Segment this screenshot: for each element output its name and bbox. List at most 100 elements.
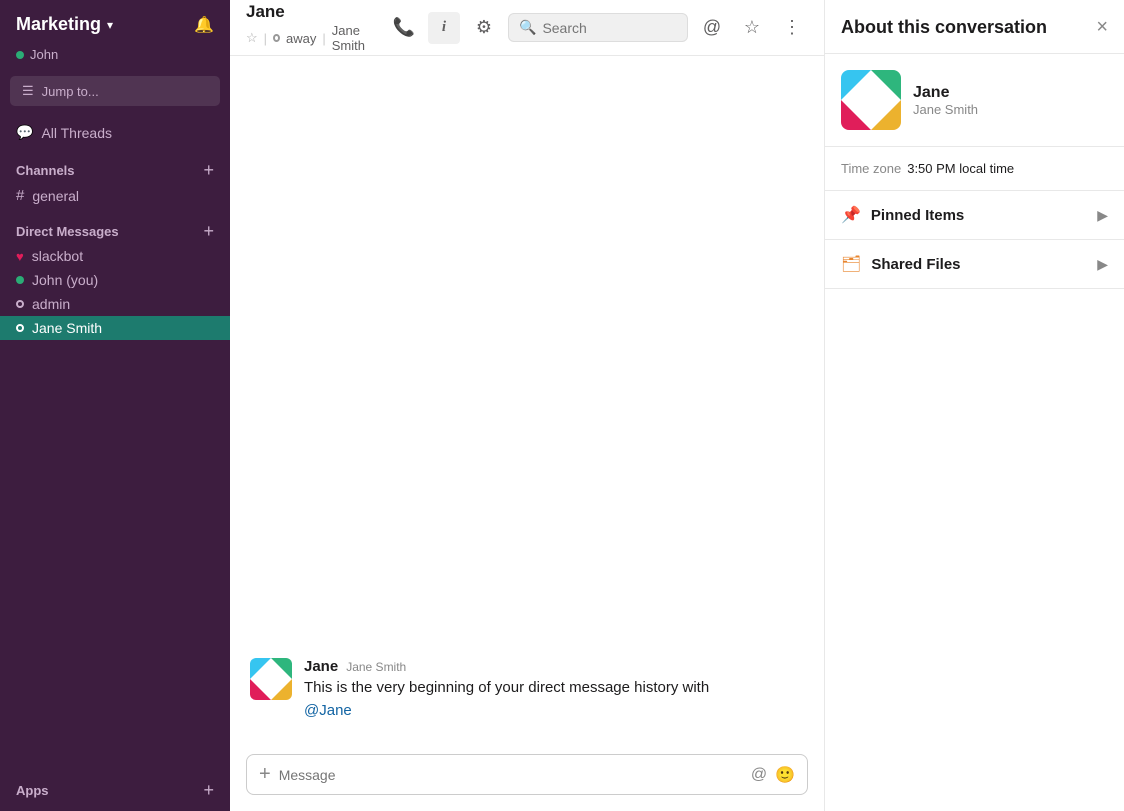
message-body: This is the very beginning of your direc… (304, 679, 709, 696)
dm-label: Direct Messages (16, 224, 119, 239)
channel-status-label: away (286, 31, 316, 46)
info-icon: i (442, 19, 446, 36)
apps-label: Apps (16, 783, 49, 798)
workspace-chevron-icon: ▾ (107, 18, 113, 32)
sidebar-item-general[interactable]: # general (0, 183, 230, 208)
search-icon: 🔍 (519, 19, 536, 36)
search-box: 🔍 (508, 13, 688, 42)
jane-away-dot (16, 324, 24, 332)
right-panel-header: About this conversation × (825, 0, 1124, 54)
admin-name: admin (32, 296, 70, 312)
message-input-box: + @ 🙂 (246, 754, 808, 795)
jump-to-label: Jump to... (42, 84, 99, 99)
add-channel-button[interactable]: + (203, 161, 214, 179)
sidebar-item-john[interactable]: John (you) (0, 268, 230, 292)
admin-away-dot (16, 300, 24, 308)
message-text: This is the very beginning of your direc… (304, 677, 804, 722)
pinned-items-section[interactable]: 📌 Pinned Items ▶ (825, 191, 1124, 240)
jump-icon: ☰ (22, 83, 34, 99)
mention-link[interactable]: @Jane (304, 702, 352, 719)
profile-full-name: Jane Smith (913, 102, 978, 117)
search-input[interactable] (542, 20, 677, 36)
at-icon: @ (703, 17, 721, 38)
workspace-title: Marketing (16, 14, 101, 35)
notifications-bell-icon[interactable]: 🔔 (194, 15, 214, 35)
more-icon: ⋮ (783, 17, 801, 38)
slackbot-name: slackbot (32, 248, 83, 264)
phone-button[interactable]: 📞 (388, 12, 420, 44)
message-sender-name: Jane (304, 658, 338, 675)
all-threads-label: All Threads (41, 125, 112, 141)
shared-files-left: 🗂 Shared Files (841, 254, 961, 274)
apps-header: Apps + (0, 775, 230, 803)
settings-button[interactable]: ⚙ (468, 12, 500, 44)
panel-title: About this conversation (841, 17, 1047, 38)
gear-icon: ⚙ (476, 17, 492, 38)
star-icon[interactable]: ☆ (246, 30, 258, 46)
panel-profile-section: Jane Jane Smith (825, 54, 1124, 147)
panel-profile-avatar (841, 70, 901, 130)
jane-avatar-large (250, 658, 292, 700)
sidebar-item-jane-smith[interactable]: Jane Smith (0, 316, 230, 340)
shared-files-section[interactable]: 🗂 Shared Files ▶ (825, 240, 1124, 289)
messages-container: Jane Jane Smith This is the very beginni… (230, 56, 824, 746)
add-app-button[interactable]: + (203, 781, 214, 799)
pinned-items-left: 📌 Pinned Items (841, 205, 964, 225)
topbar: Jane ☆ | away | Jane Smith 📞 i ⚙ 🔍 (230, 0, 824, 56)
sidebar-item-admin[interactable]: admin (0, 292, 230, 316)
sidebar: Marketing ▾ 🔔 John ☰ Jump to... 💬 All Th… (0, 0, 230, 811)
hash-icon: # (16, 187, 24, 204)
shared-files-label: Shared Files (871, 256, 960, 273)
panel-close-button[interactable]: × (1096, 16, 1108, 39)
add-dm-button[interactable]: + (203, 222, 214, 240)
info-button[interactable]: i (428, 12, 460, 44)
channel-meta: ☆ | away | Jane Smith (246, 23, 380, 53)
pin-icon: 📌 (841, 205, 861, 225)
input-at-button[interactable]: @ (751, 766, 767, 784)
channel-away-dot (273, 34, 280, 42)
topbar-actions: 📞 i ⚙ 🔍 @ ☆ ⋮ (388, 12, 808, 44)
input-add-button[interactable]: + (259, 763, 271, 786)
message-input-area: + @ 🙂 (230, 746, 824, 811)
user-status-row: John (0, 45, 230, 72)
at-button[interactable]: @ (696, 12, 728, 44)
dm-header: Direct Messages + (0, 216, 230, 244)
all-threads-section: 💬 All Threads (0, 114, 230, 151)
star-button[interactable]: ☆ (736, 12, 768, 44)
profile-display-name: Jane (913, 84, 978, 102)
channels-section: Channels + # general (0, 151, 230, 212)
message-input[interactable] (279, 767, 743, 783)
threads-icon: 💬 (16, 124, 33, 141)
jump-to-button[interactable]: ☰ Jump to... (10, 76, 220, 106)
slackbot-heart-icon: ♥ (16, 249, 24, 264)
channels-header: Channels + (0, 155, 230, 183)
message-content: Jane Jane Smith This is the very beginni… (304, 658, 804, 722)
more-button[interactable]: ⋮ (776, 12, 808, 44)
files-icon: 🗂 (841, 254, 861, 274)
message-sender-sub: Jane Smith (346, 660, 406, 674)
jane-smith-name: Jane Smith (32, 320, 102, 336)
profile-info: Jane Jane Smith (913, 84, 978, 117)
direct-messages-section: Direct Messages + ♥ slackbot John (you) … (0, 212, 230, 344)
channel-name-general: general (32, 188, 79, 204)
user-online-dot (16, 51, 24, 59)
message-sender-row: Jane Jane Smith (304, 658, 804, 675)
phone-icon: 📞 (393, 17, 415, 38)
workspace-name[interactable]: Marketing ▾ (16, 14, 113, 35)
sidebar-item-all-threads[interactable]: 💬 All Threads (0, 118, 230, 147)
john-online-dot (16, 276, 24, 284)
sidebar-bottom: Apps + (0, 767, 230, 811)
john-name: John (you) (32, 272, 98, 288)
right-panel: About this conversation × Jane Jane Smit… (824, 0, 1124, 811)
pinned-items-label: Pinned Items (871, 207, 964, 224)
main-content: Jane ☆ | away | Jane Smith 📞 i ⚙ 🔍 (230, 0, 824, 811)
sidebar-item-slackbot[interactable]: ♥ slackbot (0, 244, 230, 268)
star-topbar-icon: ☆ (744, 17, 760, 38)
message-group: Jane Jane Smith This is the very beginni… (250, 658, 804, 722)
channels-label: Channels (16, 163, 75, 178)
sidebar-header: Marketing ▾ 🔔 (0, 0, 230, 45)
files-chevron-icon: ▶ (1097, 256, 1108, 273)
input-emoji-button[interactable]: 🙂 (775, 765, 795, 785)
message-avatar (250, 658, 292, 722)
channel-title: Jane (246, 2, 380, 22)
